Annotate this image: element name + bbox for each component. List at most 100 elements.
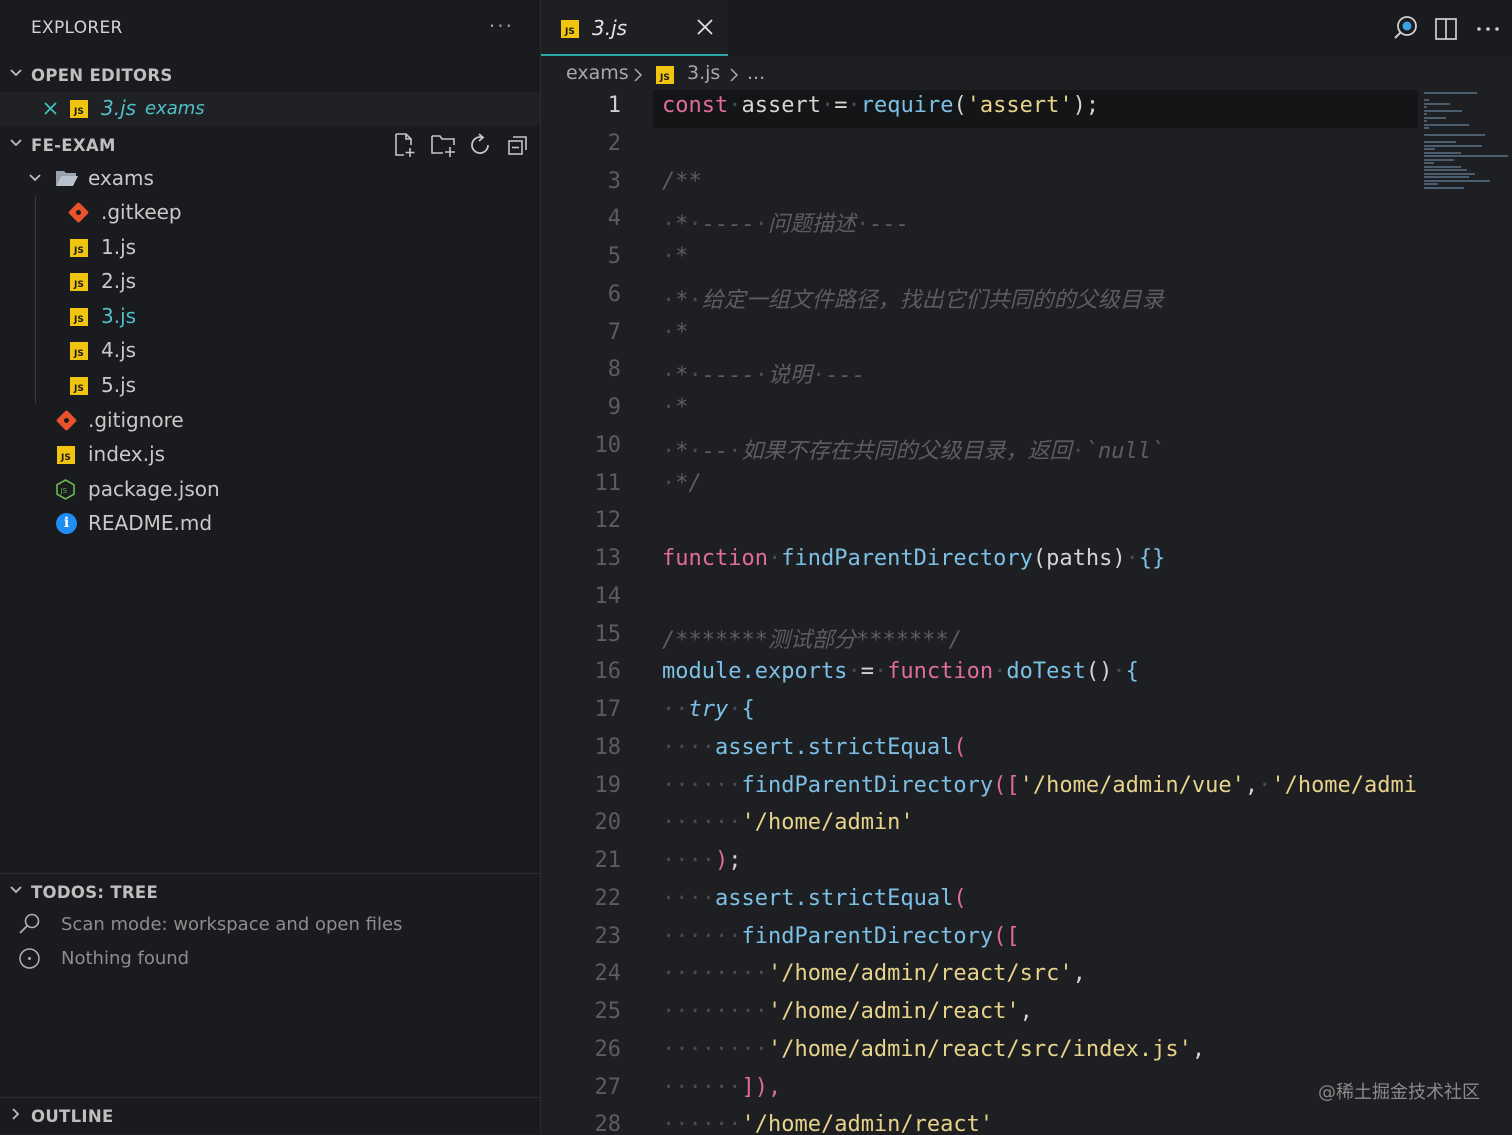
outline-header[interactable]: OUTLINE (0, 1101, 540, 1135)
code-token: · (1112, 659, 1126, 685)
js-file-icon: JS (70, 273, 88, 291)
split-editor-icon[interactable] (1434, 17, 1458, 41)
code-token: · (1125, 546, 1139, 571)
line-number: 4 (607, 206, 621, 232)
line-number: 13 (594, 546, 622, 571)
code-token: * (675, 319, 689, 345)
chevron-down-icon (10, 69, 22, 77)
code-line[interactable]: ··try·{ (662, 697, 755, 722)
tree-file-1js[interactable]: JS 1.js (0, 231, 540, 265)
code-line[interactable]: ······findParentDirectory(['/home/admin/… (662, 773, 1418, 798)
code-token: * (675, 244, 689, 269)
code-token: · (662, 319, 676, 345)
code-line[interactable]: ······findParentDirectory([ (662, 924, 1020, 949)
code-token: · (1071, 438, 1085, 464)
code-token: · (754, 363, 768, 389)
code-line[interactable]: const·assert·=·require('assert'); (662, 93, 1099, 118)
code-line[interactable]: ·*/ (662, 471, 702, 496)
tree-file-gitignore[interactable]: .gitignore (0, 404, 540, 438)
code-token: · (688, 212, 702, 238)
tree-file-packagejson[interactable]: JS package.json (0, 473, 540, 507)
new-file-icon[interactable] (393, 132, 417, 158)
code-token: 问题描述 (767, 212, 856, 238)
code-token: ······ (662, 810, 742, 836)
section-divider (0, 1097, 541, 1098)
open-editor-item[interactable]: JS 3.js exams (0, 92, 540, 126)
open-editors-header[interactable]: OPEN EDITORS (0, 60, 540, 94)
info-icon: i (56, 513, 77, 534)
code-line[interactable]: ········'/home/admin/react/src/index.js'… (662, 1037, 1205, 1062)
code-line[interactable]: ········'/home/admin/react', (662, 999, 1033, 1024)
minimap-line (1424, 113, 1428, 115)
code-line[interactable]: function·findParentDirectory(paths)·{} (662, 546, 1165, 571)
line-number: 28 (594, 1112, 622, 1134)
code-token: assert.strictEqual (714, 885, 954, 911)
line-number: 21 (594, 848, 622, 873)
git-file-icon (55, 409, 78, 432)
code-line[interactable]: ······'/home/admin' (662, 810, 914, 835)
code-token: */ (675, 470, 702, 496)
breadcrumb-symbol[interactable]: ... (747, 62, 765, 84)
tree-file-readme[interactable]: i README.md (0, 507, 540, 541)
code-line[interactable]: ····assert.strictEqual( (662, 735, 967, 760)
close-icon[interactable] (696, 18, 714, 36)
tree-file-2js[interactable]: JS 2.js (0, 265, 540, 299)
code-token: '/home/admin/react' (767, 999, 1020, 1024)
code-line[interactable]: module.exports·=·function·doTest()·{ (662, 659, 1139, 684)
code-token: doTest (1006, 659, 1086, 685)
code-line[interactable]: ·* (662, 320, 689, 345)
line-number: 23 (594, 923, 622, 949)
breadcrumb-folder[interactable]: exams (566, 62, 629, 84)
code-token: · (728, 697, 742, 722)
line-number: 2 (607, 130, 621, 156)
code-token: ·· (662, 697, 689, 722)
tab-3js[interactable]: JS 3.js (541, 0, 728, 56)
minimap-line (1424, 120, 1428, 122)
code-line[interactable]: ·*·给定一组文件路径，找出它们共同的的父级目录 (662, 282, 1164, 314)
code-line[interactable]: ····); (662, 848, 741, 873)
tree-file-indexjs[interactable]: JS index.js (0, 438, 540, 472)
code-line[interactable]: ·* (662, 244, 689, 269)
collapse-all-icon[interactable] (506, 132, 530, 158)
minimap-line (1424, 162, 1434, 164)
code-line[interactable]: ·*·--·如果不存在共同的父级目录，返回·`null` (662, 433, 1164, 465)
code-line[interactable]: ·*·----·说明·--- (662, 357, 865, 389)
breadcrumb-file[interactable]: 3.js (687, 62, 720, 84)
tree-file-5js[interactable]: JS 5.js (0, 369, 540, 403)
code-line[interactable]: ····assert.strictEqual( (662, 886, 967, 911)
code-line[interactable]: ······]), (662, 1075, 781, 1100)
code-token: /** (662, 168, 702, 194)
more-actions-icon[interactable] (1475, 26, 1501, 32)
folder-exams[interactable]: exams (0, 162, 540, 196)
more-actions-icon[interactable]: ··· (489, 14, 514, 38)
todos-header[interactable]: TODOS: TREE (0, 877, 540, 911)
code-token: ]), (741, 1074, 782, 1100)
refresh-icon[interactable] (469, 132, 493, 158)
code-line[interactable]: /** (662, 169, 702, 194)
search-badge-icon[interactable] (1392, 14, 1420, 42)
minimap[interactable] (1418, 90, 1512, 210)
close-icon[interactable] (43, 101, 58, 116)
line-number: 6 (607, 281, 621, 307)
tree-file-3js[interactable]: JS 3.js (0, 300, 540, 334)
code-line[interactable]: ······'/home/admin/react' (662, 1112, 993, 1134)
line-number: 18 (594, 734, 622, 760)
new-folder-icon[interactable] (430, 132, 457, 158)
code-line[interactable]: ·*·----·问题描述·--- (662, 206, 909, 238)
code-token: , (1019, 999, 1033, 1024)
code-token: '/home/admin/react' (1271, 772, 1418, 798)
tree-file-gitkeep[interactable]: .gitkeep (0, 196, 540, 230)
code-line[interactable]: /*******测试部分*******/ (662, 622, 962, 654)
code-line[interactable]: ········'/home/admin/react/src', (662, 961, 1086, 986)
line-number: 26 (594, 1036, 622, 1062)
code-token: assert.strictEqual (714, 734, 954, 760)
code-token: ······ (662, 772, 742, 798)
line-number: 11 (594, 470, 622, 496)
code-area[interactable]: 1 const·assert·=·require('assert'); 2 3/** 4… (541, 90, 1418, 1134)
line-number: 12 (594, 508, 622, 534)
code-line[interactable]: ·* (662, 395, 689, 420)
minimap-line (1424, 102, 1450, 105)
tree-label: 2.js (101, 269, 137, 293)
minimap-line (1424, 155, 1508, 157)
tree-file-4js[interactable]: JS 4.js (0, 334, 540, 368)
